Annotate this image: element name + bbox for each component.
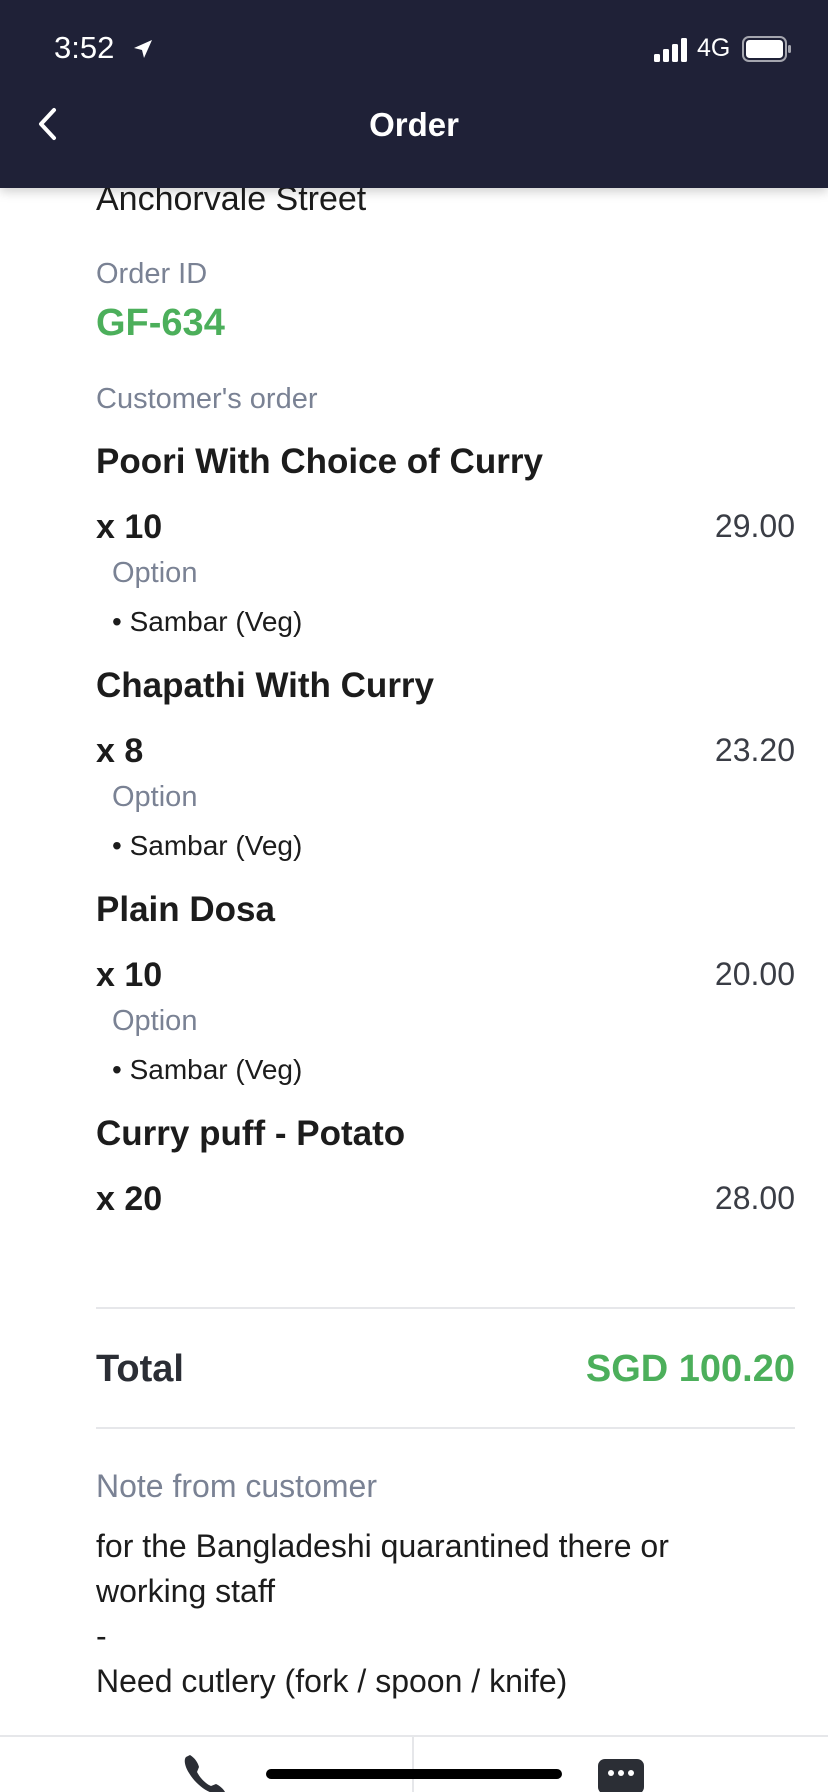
item-name: Plain Dosa bbox=[96, 890, 275, 929]
note-line: - bbox=[96, 1618, 107, 1654]
note-line: for the Bangladeshi quarantined there or bbox=[96, 1528, 669, 1564]
item-name: Chapathi With Curry bbox=[96, 666, 435, 705]
note-line: working staff bbox=[96, 1573, 276, 1609]
order-id-label: Order ID bbox=[96, 258, 208, 290]
customer-order-label: Customer's order bbox=[96, 383, 318, 415]
divider bbox=[96, 1427, 795, 1429]
item-option-label: Option bbox=[112, 781, 198, 813]
total-amount: SGD 100.20 bbox=[585, 1348, 795, 1390]
item-quantity: x 10 bbox=[96, 508, 163, 546]
order-screen: Anchorvale Street Order ID GF-634 Custom… bbox=[0, 0, 828, 1792]
chat-bubble-icon[interactable] bbox=[598, 1759, 644, 1792]
phone-icon[interactable] bbox=[180, 1753, 228, 1792]
network-type: 4G bbox=[697, 34, 731, 62]
signal-icon bbox=[654, 38, 687, 62]
home-indicator[interactable] bbox=[266, 1769, 562, 1779]
item-name: Curry puff - Potato bbox=[96, 1114, 406, 1153]
divider bbox=[96, 1307, 795, 1309]
item-quantity: x 8 bbox=[96, 732, 144, 770]
item-quantity: x 10 bbox=[96, 956, 163, 994]
item-quantity: x 20 bbox=[96, 1180, 163, 1218]
customer-note: for the Bangladeshi quarantined there or… bbox=[96, 1524, 786, 1704]
item-price: 28.00 bbox=[714, 1180, 795, 1216]
note-line: Need cutlery (fork / spoon / knife) bbox=[96, 1663, 568, 1699]
item-option-value: • Sambar (Veg) bbox=[112, 830, 303, 861]
order-id-value: GF-634 bbox=[96, 302, 225, 344]
location-arrow-icon bbox=[134, 40, 152, 58]
note-label: Note from customer bbox=[96, 1468, 377, 1504]
item-price: 29.00 bbox=[714, 508, 795, 544]
total-label: Total bbox=[96, 1348, 184, 1390]
item-option-label: Option bbox=[112, 1005, 198, 1037]
battery-icon bbox=[742, 36, 791, 62]
item-name: Poori With Choice of Curry bbox=[96, 442, 543, 481]
status-time: 3:52 bbox=[54, 30, 115, 65]
bottom-action-bar bbox=[0, 1735, 828, 1792]
item-option-label: Option bbox=[112, 557, 198, 589]
page-title: Order bbox=[369, 106, 459, 143]
item-price: 23.20 bbox=[714, 732, 795, 768]
bar-divider bbox=[412, 1737, 414, 1792]
item-price: 20.00 bbox=[714, 956, 795, 992]
item-option-value: • Sambar (Veg) bbox=[112, 1054, 303, 1085]
item-option-value: • Sambar (Veg) bbox=[112, 606, 303, 637]
nav-header: 3:52 4G Order bbox=[0, 0, 828, 188]
